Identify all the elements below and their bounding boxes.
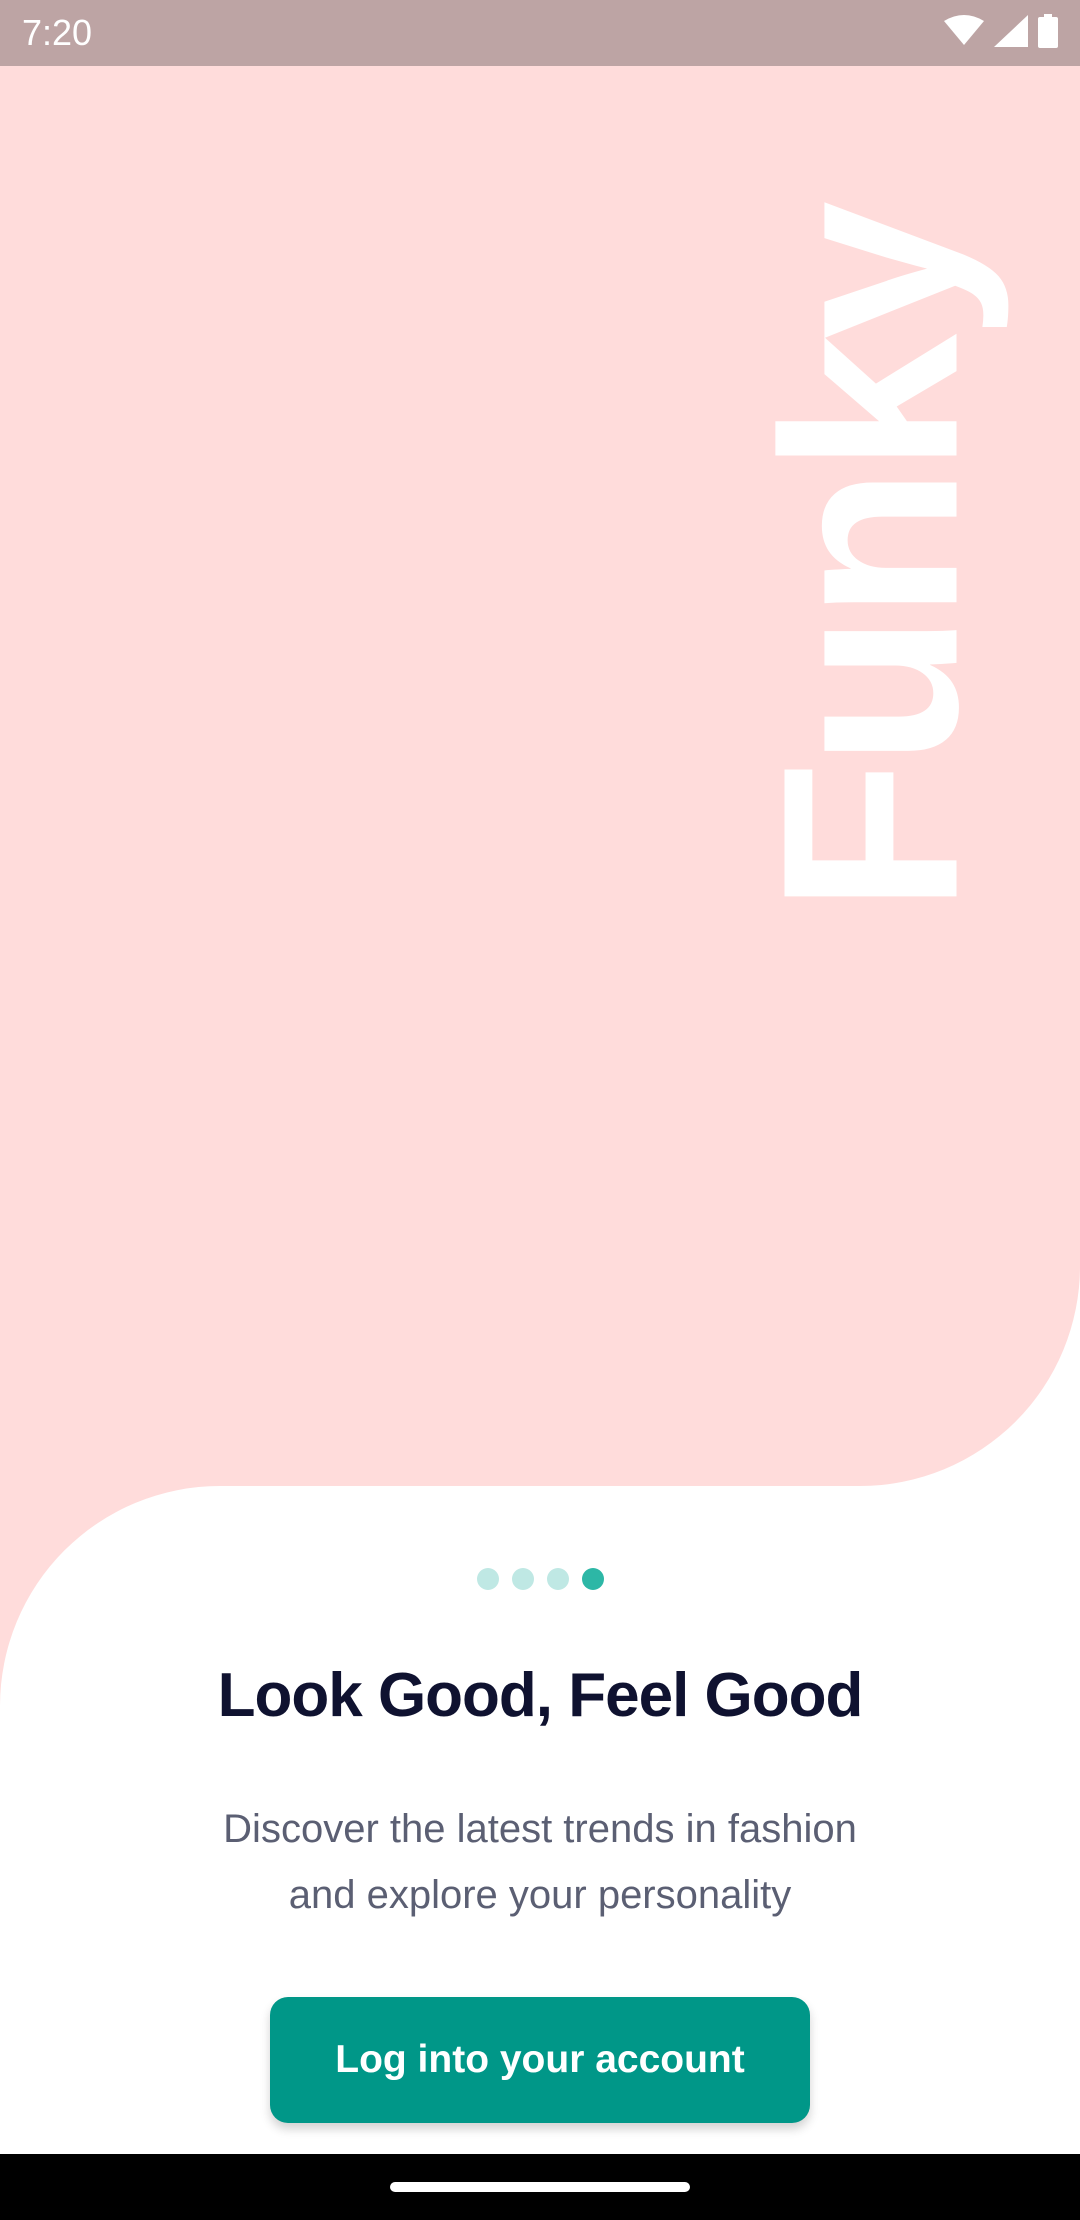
subtitle-line-2: and explore your personality <box>288 1873 792 1917</box>
system-nav-bar <box>0 2154 1080 2220</box>
page-dot-1[interactable] <box>476 1568 499 1590</box>
brand-logo-text: Funky <box>730 206 1010 914</box>
subtitle: Discover the latest trends in fashion an… <box>140 1796 940 1928</box>
headline: Look Good, Feel Good <box>217 1661 864 1730</box>
page-dot-3[interactable] <box>546 1568 569 1590</box>
status-time: 7:20 <box>22 12 93 53</box>
subtitle-line-1: Discover the latest trends in fashion <box>223 1807 857 1851</box>
battery-icon <box>1038 13 1058 53</box>
page-dot-4-active[interactable] <box>581 1568 604 1590</box>
page-indicator <box>0 1568 1080 1590</box>
home-indicator[interactable] <box>390 2182 690 2192</box>
login-button[interactable]: Log into your account <box>270 1997 810 2123</box>
status-bar: 7:20 <box>0 0 1080 66</box>
wifi-icon <box>944 14 984 52</box>
status-icons <box>944 13 1058 53</box>
signal-icon <box>994 14 1028 52</box>
page-dot-2[interactable] <box>511 1568 534 1590</box>
